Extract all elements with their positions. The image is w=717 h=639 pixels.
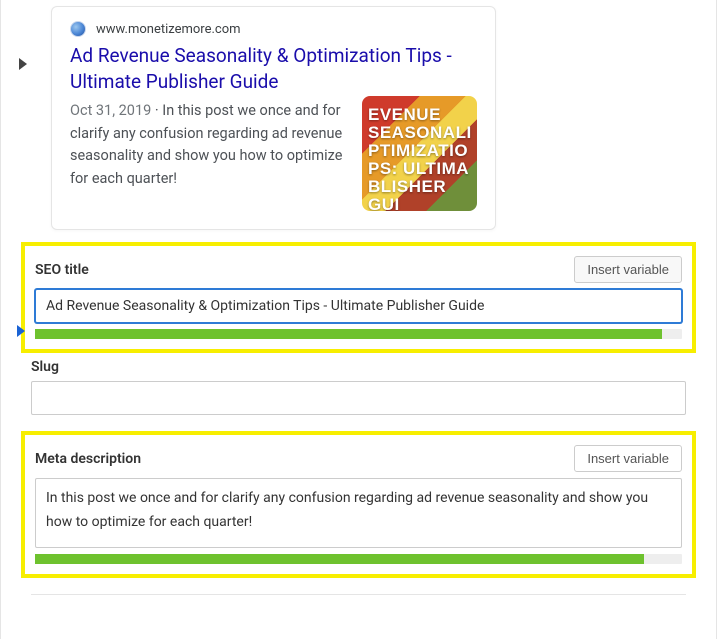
seo-title-section: SEO title Insert variable bbox=[31, 252, 686, 343]
slug-section: Slug bbox=[31, 359, 686, 415]
meta-description-insert-variable-button[interactable]: Insert variable bbox=[574, 445, 682, 472]
serp-body: Oct 31, 2019 · In this post we once and … bbox=[70, 100, 477, 211]
collapse-caret-icon[interactable] bbox=[19, 58, 27, 70]
serp-title[interactable]: Ad Revenue Seasonality & Optimization Ti… bbox=[70, 43, 477, 94]
serp-thumbnail: EVENUE SEASONALI PTIMIZATIO PS: ULTIMA B… bbox=[362, 96, 477, 211]
favicon-globe-icon bbox=[70, 21, 86, 37]
serp-domain: www.monetizemore.com bbox=[96, 22, 241, 37]
seo-title-insert-variable-button[interactable]: Insert variable bbox=[574, 256, 682, 283]
yoast-seo-panel: www.monetizemore.com Ad Revenue Seasonal… bbox=[0, 0, 717, 639]
meta-description-label: Meta description bbox=[35, 451, 141, 467]
field-caret-icon[interactable] bbox=[17, 325, 25, 337]
slug-input[interactable] bbox=[31, 381, 686, 415]
slug-label: Slug bbox=[31, 359, 686, 375]
serp-separator: · bbox=[151, 102, 162, 119]
serp-site-row: www.monetizemore.com bbox=[70, 21, 477, 37]
meta-description-input[interactable]: In this post we once and for clarify any… bbox=[35, 478, 682, 548]
serp-preview-card: www.monetizemore.com Ad Revenue Seasonal… bbox=[51, 6, 496, 230]
seo-title-label: SEO title bbox=[35, 262, 89, 278]
meta-description-section: Meta description Insert variable In this… bbox=[31, 441, 686, 568]
divider bbox=[31, 594, 686, 595]
meta-description-progress bbox=[35, 554, 682, 564]
serp-date: Oct 31, 2019 bbox=[70, 102, 151, 119]
thumb-overlay-text: EVENUE SEASONALI PTIMIZATIO PS: ULTIMA B… bbox=[362, 96, 477, 211]
seo-title-progress bbox=[35, 329, 682, 339]
seo-title-input[interactable] bbox=[35, 289, 682, 323]
serp-description[interactable]: Oct 31, 2019 · In this post we once and … bbox=[70, 100, 348, 190]
